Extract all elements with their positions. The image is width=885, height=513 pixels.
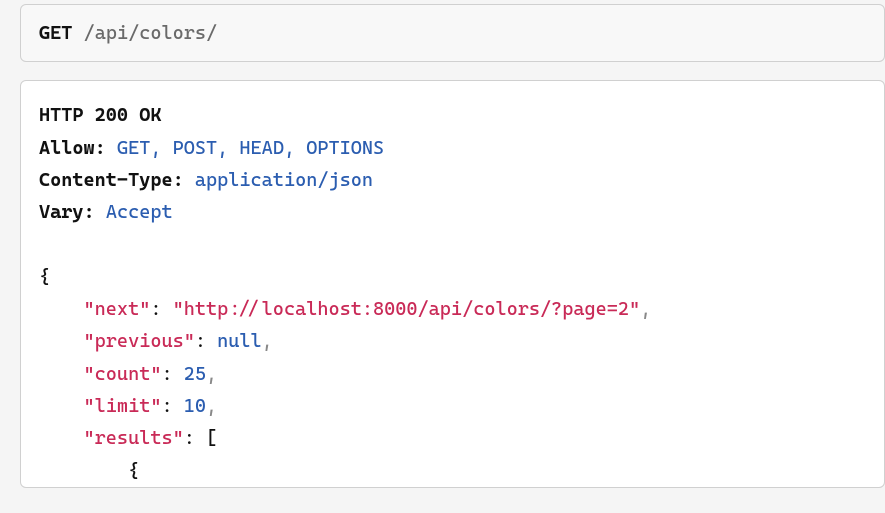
- request-line: GET /api/colors/: [39, 17, 866, 49]
- json-results-open-bracket: [: [206, 427, 217, 449]
- header-vary-key: Vary: [39, 201, 84, 223]
- response-content: HTTP 200 OK Allow: GET, POST, HEAD, OPTI…: [39, 99, 866, 487]
- header-vary-value: Accept: [106, 201, 173, 223]
- response-panel: HTTP 200 OK Allow: GET, POST, HEAD, OPTI…: [20, 80, 885, 488]
- json-open-brace: {: [39, 266, 50, 288]
- path-seg-1: colors: [139, 22, 206, 44]
- status-line: HTTP 200 OK: [39, 104, 161, 126]
- header-content-type-value: application/json: [195, 169, 373, 191]
- json-val-count: 25: [184, 363, 206, 385]
- header-allow-key: Allow: [39, 137, 95, 159]
- header-allow-value: GET, POST, HEAD, OPTIONS: [117, 137, 384, 159]
- json-key-limit: "limit": [84, 395, 162, 417]
- json-val-previous: null: [217, 330, 262, 352]
- http-method: GET: [39, 22, 72, 44]
- json-key-previous: "previous": [84, 330, 195, 352]
- json-key-count: "count": [84, 363, 162, 385]
- json-val-next: "http://localhost:8000/api/colors/?page=…: [173, 298, 641, 320]
- request-panel: GET /api/colors/: [20, 4, 885, 62]
- header-content-type-key: Content-Type: [39, 169, 173, 191]
- path-seg-0: api: [95, 22, 128, 44]
- json-item-open-brace: {: [128, 460, 139, 482]
- json-key-next: "next": [84, 298, 151, 320]
- json-key-results: "results": [84, 427, 184, 449]
- json-val-limit: 10: [184, 395, 206, 417]
